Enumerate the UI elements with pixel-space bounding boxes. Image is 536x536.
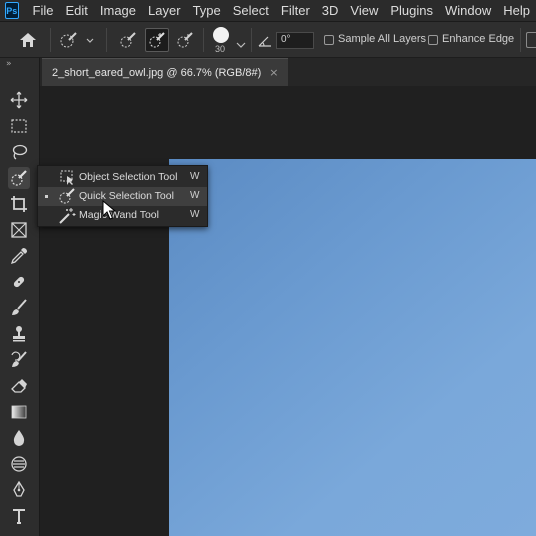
brush-size-value: 30 <box>215 44 226 54</box>
new-selection-brush-icon[interactable] <box>118 31 138 53</box>
crop-tool-icon[interactable] <box>8 193 30 215</box>
document-tab-title: 2_short_eared_owl.jpg @ 66.7% (RGB/8#) <box>52 66 262 79</box>
flyout-item-label: Magic Wand Tool <box>79 209 159 221</box>
document-workspace[interactable] <box>40 86 536 536</box>
divider <box>251 28 252 52</box>
menu-3d[interactable]: 3D <box>316 0 345 22</box>
pen-tool-icon[interactable] <box>8 479 30 501</box>
dodge-tool-icon[interactable] <box>8 453 30 475</box>
lasso-tool-icon[interactable] <box>8 141 30 163</box>
photoshop-logo-icon: Ps <box>5 2 19 19</box>
menu-help[interactable]: Help <box>497 0 536 22</box>
brush-tool-icon[interactable] <box>8 297 30 319</box>
mouse-pointer-icon <box>102 200 116 220</box>
tool-preset-picker[interactable] <box>58 31 98 53</box>
flyout-item-quick-selection[interactable]: Quick Selection Tool W <box>38 187 207 206</box>
spot-healing-brush-tool-icon[interactable] <box>8 271 30 293</box>
document-tab[interactable]: 2_short_eared_owl.jpg @ 66.7% (RGB/8#) × <box>42 58 288 86</box>
home-icon[interactable] <box>18 31 38 53</box>
options-bar: 30 0° Sample All Layers Enhance Edge <box>0 22 536 58</box>
chevron-down-icon[interactable] <box>236 34 246 53</box>
angle-input[interactable]: 0° <box>276 32 314 49</box>
select-and-mask-button[interactable] <box>526 32 536 48</box>
eyedropper-tool-icon[interactable] <box>8 245 30 267</box>
menu-file[interactable]: File <box>27 0 60 22</box>
move-tool-icon[interactable] <box>8 89 30 111</box>
angle-icon <box>258 33 272 52</box>
gradient-tool-icon[interactable] <box>8 401 30 423</box>
flyout-item-shortcut: W <box>190 209 200 220</box>
sample-all-layers-checkbox[interactable] <box>324 35 334 45</box>
selection-tool-flyout: Object Selection Tool W Quick Selection … <box>37 165 208 227</box>
menu-select[interactable]: Select <box>227 0 275 22</box>
magic-wand-icon <box>59 208 76 224</box>
add-to-selection-brush-icon[interactable] <box>145 28 169 52</box>
menu-bar: Ps File Edit Image Layer Type Select Fil… <box>0 0 536 22</box>
flyout-item-shortcut: W <box>190 171 200 182</box>
menu-plugins[interactable]: Plugins <box>384 0 439 22</box>
menu-filter[interactable]: Filter <box>275 0 316 22</box>
divider <box>50 28 51 52</box>
menu-edit[interactable]: Edit <box>59 0 93 22</box>
rectangular-marquee-tool-icon[interactable] <box>8 115 30 137</box>
brush-size-preview[interactable] <box>213 27 229 43</box>
divider <box>106 28 107 52</box>
close-icon[interactable]: × <box>269 66 278 79</box>
active-tool-bullet <box>45 195 48 198</box>
quick-selection-icon <box>59 188 75 204</box>
menu-type[interactable]: Type <box>187 0 227 22</box>
menu-layer[interactable]: Layer <box>142 0 187 22</box>
divider <box>520 28 521 52</box>
flyout-item-label: Quick Selection Tool <box>79 190 174 202</box>
flyout-item-object-selection[interactable]: Object Selection Tool W <box>38 168 207 187</box>
history-brush-tool-icon[interactable] <box>8 349 30 371</box>
flyout-item-label: Object Selection Tool <box>79 171 178 183</box>
document-tab-bar: 2_short_eared_owl.jpg @ 66.7% (RGB/8#) × <box>40 58 536 86</box>
clone-stamp-tool-icon[interactable] <box>8 323 30 345</box>
sample-all-layers-label: Sample All Layers <box>338 33 427 45</box>
tools-panel: » <box>0 58 40 536</box>
flyout-item-magic-wand[interactable]: Magic Wand Tool W <box>38 206 207 225</box>
menu-image[interactable]: Image <box>94 0 142 22</box>
menu-window[interactable]: Window <box>439 0 497 22</box>
object-selection-icon <box>60 170 73 185</box>
frame-tool-icon[interactable] <box>8 219 30 241</box>
flyout-item-shortcut: W <box>190 190 200 201</box>
quick-selection-tool-icon[interactable] <box>8 167 30 189</box>
enhance-edge-checkbox[interactable] <box>428 35 438 45</box>
collapse-toolbar-icon[interactable]: » <box>6 59 12 69</box>
eraser-tool-icon[interactable] <box>8 375 30 397</box>
blur-tool-icon[interactable] <box>8 427 30 449</box>
image-canvas[interactable] <box>169 159 536 536</box>
type-tool-icon[interactable] <box>8 505 30 527</box>
divider <box>203 28 204 52</box>
enhance-edge-label: Enhance Edge <box>442 33 515 45</box>
subtract-from-selection-brush-icon[interactable] <box>175 31 195 53</box>
menu-view[interactable]: View <box>344 0 384 22</box>
